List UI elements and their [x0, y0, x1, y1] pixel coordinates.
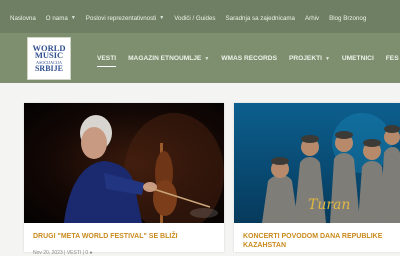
nav-item-umetnici[interactable]: UMETNICI: [342, 55, 374, 62]
site-logo[interactable]: WORLD MUSIC ASOCIJACIJA SRBIJE: [27, 37, 71, 80]
chevron-down-icon: ▼: [204, 55, 210, 62]
top-menu-item-naslovna[interactable]: Naslovna: [10, 15, 36, 22]
top-menu-item-vodici[interactable]: Vodiči / Guides: [174, 15, 215, 22]
nav-item-fes[interactable]: FES: [386, 55, 399, 62]
chevron-down-icon: ▼: [159, 15, 165, 21]
turan-overlay-text: Turan: [308, 197, 350, 213]
post-image-turan-ensemble[interactable]: Turan: [234, 103, 400, 223]
post-card[interactable]: Turan KONCERTI POVODOM DANA REPUBLIKE KA…: [234, 103, 400, 252]
top-utility-bar: Naslovna O nama ▼ Poslovi reprezentativno…: [0, 0, 400, 33]
chevron-down-icon: ▼: [324, 55, 330, 62]
top-menu-item-blog[interactable]: Blog Brzonog: [329, 15, 366, 22]
nav-item-magazin[interactable]: MAGAZIN ETNOUMLJE ▼: [128, 55, 209, 62]
post-card[interactable]: DRUGI "META WORLD FESTIVAL" SE BLIŽI Nov…: [24, 103, 224, 256]
nav-item-wmas-records[interactable]: WMAS RECORDS: [221, 55, 277, 62]
chevron-down-icon: ▼: [70, 15, 76, 21]
logo-line-srbije: SRBIJE: [34, 63, 63, 73]
top-menu-item-arhiv[interactable]: Arhiv: [305, 15, 319, 22]
logo-line-music: MUSIC: [34, 50, 64, 60]
post-image-violinist[interactable]: [24, 103, 224, 223]
main-header: WORLD MUSIC ASOCIJACIJA SRBIJE VESTI MAG…: [0, 33, 400, 83]
post-title[interactable]: KONCERTI POVODOM DANA REPUBLIKE KAZAHSTA…: [243, 233, 394, 250]
top-menu-item-poslovi[interactable]: Poslovi reprezentativnosti ▼: [86, 15, 164, 22]
post-meta: Nov 20, 2023 | VESTI | 0 ●: [33, 250, 93, 256]
nav-item-projekti[interactable]: PROJEKTI ▼: [289, 55, 330, 62]
top-menu-item-o-nama[interactable]: O nama ▼: [46, 15, 76, 22]
post-title[interactable]: DRUGI "META WORLD FESTIVAL" SE BLIŽI: [33, 233, 218, 242]
nav-item-vesti[interactable]: VESTI: [97, 55, 117, 67]
top-menu: Naslovna O nama ▼ Poslovi reprezentativno…: [10, 13, 376, 23]
main-nav: VESTI MAGAZIN ETNOUMLJE ▼ WMAS RECORDS PR…: [97, 55, 400, 67]
top-menu-item-saradnja[interactable]: Saradnja sa zajednicama: [226, 15, 295, 22]
